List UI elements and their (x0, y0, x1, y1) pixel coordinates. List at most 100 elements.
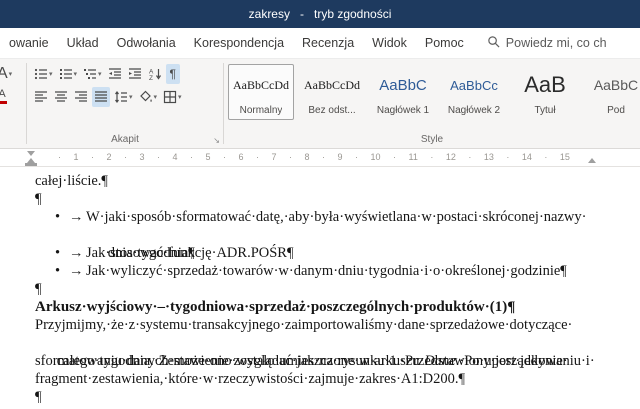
tab-uklad[interactable]: Układ (58, 28, 108, 58)
tab-arrow-mark: → (69, 209, 84, 225)
font-group-partial: A ▾ A (0, 59, 26, 148)
style-sample: AaBbCcDd (233, 77, 289, 92)
search-label: Powiedz mi, co ch (505, 36, 607, 50)
first-line-indent-marker[interactable] (27, 151, 35, 156)
body-line: całego·tygodnia.·Zestawienie·zostało·umi… (56, 353, 595, 369)
bullet-text: Jak·stosować·funkcję·ADR.POŚR¶ (86, 245, 294, 261)
bullet-item-1-wrap: dnia·tygodnia¶ (107, 245, 195, 261)
document-page[interactable]: całej·liście.¶ ¶ • → W·jaki·sposób·sform… (0, 167, 640, 409)
style-normalny[interactable]: AaBbCcDd Normalny (228, 64, 294, 120)
sort-az-icon: A Z (148, 67, 162, 81)
increase-indent-icon (128, 67, 142, 81)
style-name: Tytuł (534, 105, 556, 116)
tab-korespondencja[interactable]: Korespondencja (185, 28, 293, 58)
body-line: Przyjmijmy,·że·z·systemu·transakcyjnego·… (35, 317, 573, 333)
left-indent-marker[interactable] (25, 163, 37, 166)
right-indent-marker[interactable] (588, 158, 596, 163)
paragraph-row-1: ▾ ▾ ▾ A Z ¶ (27, 62, 223, 85)
empty-paragraph-mark: ¶ (35, 281, 42, 297)
style-tytul[interactable]: AaB Tytuł (512, 64, 578, 120)
ribbon: A ▾ A ▾ ▾ ▾ A Z ¶ ▾ ▾ ▾ Akapit ↘ AaBbCcD… (0, 59, 640, 149)
body-line: fragment·zestawienia,·które·w·rzeczywist… (35, 371, 466, 387)
styles-group-label: Style (420, 134, 444, 145)
justify-button[interactable] (92, 86, 110, 107)
empty-paragraph-mark: ¶ (35, 191, 42, 207)
font-color-button[interactable]: A (0, 87, 9, 107)
chevron-down-icon: ▾ (8, 70, 13, 78)
numbered-list-icon (59, 67, 73, 81)
bullet-marker: • (55, 245, 61, 261)
empty-paragraph-mark: ¶ (35, 389, 42, 405)
styles-group: AaBbCcDd Normalny AaBbCcDd Bez odst... A… (224, 59, 640, 148)
increase-indent-button[interactable] (126, 64, 144, 84)
tab-arrow-mark: → (69, 263, 84, 279)
bullet-list-button[interactable]: ▾ (32, 64, 55, 84)
style-naglowek-1[interactable]: AaBbC Nagłówek 1 (370, 64, 436, 120)
ruler-marks: · 1 · 2 · 3 · 4 · 5 · 6 · 7 · 8 · 9 · 10… (58, 152, 570, 162)
justify-icon (94, 90, 108, 104)
svg-text:Z: Z (149, 75, 153, 81)
borders-grid-icon (163, 90, 177, 104)
search-icon (487, 35, 500, 51)
paragraph-row-2: ▾ ▾ ▾ (27, 85, 223, 108)
style-podtytul-partial[interactable]: AaBbC Pod (583, 64, 640, 120)
chevron-down-icon: ▾ (153, 93, 158, 101)
window-title: zakresy - tryb zgodności (248, 7, 392, 21)
tab-projektowanie-partial[interactable]: owanie (0, 28, 58, 58)
multilevel-list-icon (83, 67, 97, 81)
body-line: sformatowaniu·danych·może·ono·wyglądać·j… (35, 353, 568, 369)
decrease-indent-button[interactable] (106, 64, 124, 84)
style-name: Normalny (239, 105, 283, 116)
bullet-text: W·jaki·sposób·sformatować·datę,·aby·była… (86, 209, 587, 225)
tab-recenzja[interactable]: Recenzja (293, 28, 363, 58)
chevron-down-icon: ▾ (129, 93, 133, 101)
paragraph-dialog-launcher[interactable]: ↘ (213, 137, 220, 145)
word-window: zakresy - tryb zgodności owanie Układ Od… (0, 0, 640, 409)
style-name: Nagłówek 1 (376, 105, 430, 116)
style-bez-odstepow[interactable]: AaBbCcDd Bez odst... (299, 64, 365, 120)
bullet-text: Jak·wyliczyć·sprzedaż·towarów·w·danym·dn… (86, 263, 567, 279)
align-left-icon (34, 90, 48, 104)
style-sample: AaBbC (379, 76, 427, 94)
chevron-down-icon: ▾ (178, 93, 182, 101)
line-spacing-icon (114, 90, 128, 104)
bullet-item-2: • → Jak·stosować·funkcję·ADR.POŚR¶ (35, 244, 640, 262)
chevron-down-icon: ▾ (49, 70, 53, 78)
decrease-indent-icon (108, 67, 122, 81)
style-name: Nagłówek 2 (447, 105, 501, 116)
font-color-icon: A (0, 89, 7, 104)
chevron-down-icon: ▾ (73, 70, 78, 78)
style-sample: AaBbCc (450, 77, 498, 93)
numbered-list-button[interactable]: ▾ (57, 64, 80, 84)
bullet-item-3: • → Jak·wyliczyć·sprzedaż·towarów·w·dany… (35, 262, 640, 280)
borders-button[interactable]: ▾ (161, 87, 184, 107)
style-sample: AaBbC (593, 77, 639, 93)
line-spacing-button[interactable]: ▾ (112, 87, 135, 107)
align-right-icon (74, 90, 88, 104)
ribbon-tab-row: owanie Układ Odwołania Korespondencja Re… (0, 28, 640, 59)
pilcrow-icon: ¶ (169, 66, 176, 81)
tab-odwolania[interactable]: Odwołania (108, 28, 185, 58)
tab-widok[interactable]: Widok (363, 28, 416, 58)
ruler[interactable]: · 1 · 2 · 3 · 4 · 5 · 6 · 7 · 8 · 9 · 10… (0, 149, 640, 167)
style-sample: AaB (524, 72, 566, 97)
align-center-icon (54, 90, 68, 104)
sort-button[interactable]: A Z (146, 64, 164, 84)
style-naglowek-2[interactable]: AaBbCc Nagłówek 2 (441, 64, 507, 120)
multilevel-list-button[interactable]: ▾ (81, 64, 104, 84)
tab-pomoc[interactable]: Pomoc (416, 28, 473, 58)
style-sample: AaBbCcDd (304, 77, 360, 92)
style-name: Bez odst... (308, 105, 356, 116)
align-center-button[interactable] (52, 87, 70, 107)
section-heading: Arkusz·wyjściowy·–·tygodniowa·sprzedaż·p… (35, 299, 516, 315)
align-right-button[interactable] (72, 87, 90, 107)
show-formatting-marks-button[interactable]: ¶ (165, 63, 180, 84)
align-left-button[interactable] (32, 87, 50, 107)
bullet-marker: • (55, 209, 61, 225)
bullet-item-1: • → W·jaki·sposób·sformatować·datę,·aby·… (35, 208, 640, 226)
bullet-marker: • (55, 263, 61, 279)
tell-me-search[interactable]: Powiedz mi, co ch (487, 35, 607, 51)
shading-button[interactable]: ▾ (137, 87, 160, 107)
font-partial-button[interactable]: A ▾ (0, 64, 14, 84)
paragraph-group: ▾ ▾ ▾ A Z ¶ ▾ ▾ ▾ Akapit ↘ (27, 59, 223, 148)
